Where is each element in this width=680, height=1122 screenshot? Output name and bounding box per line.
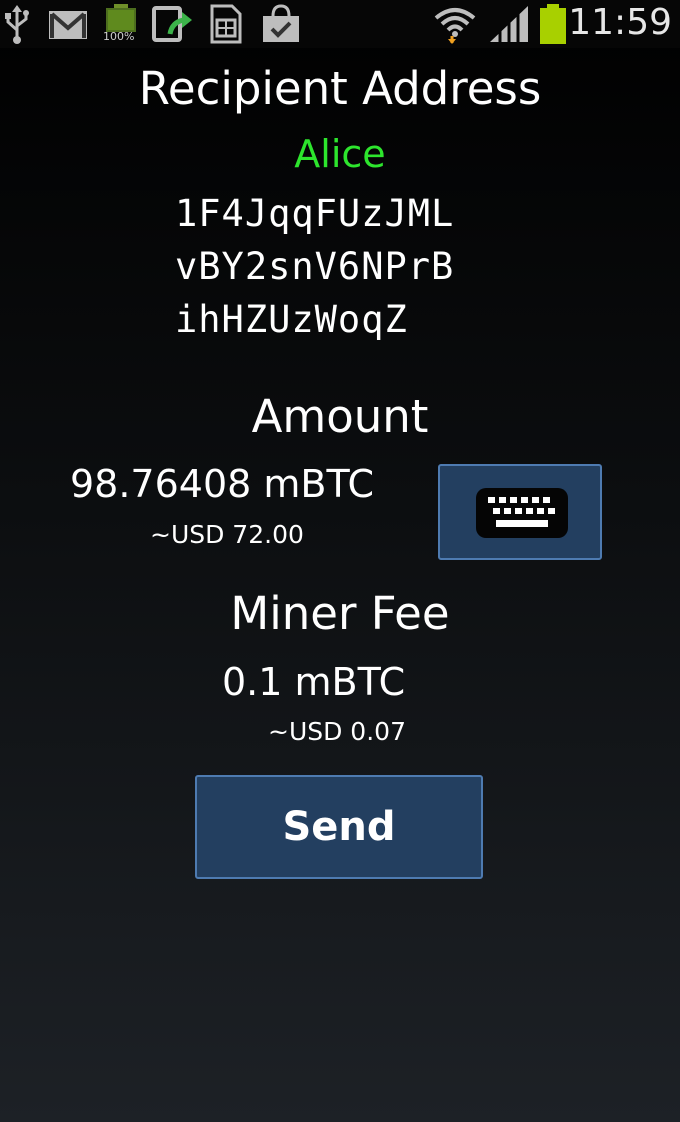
battery-percent-label: 100%	[103, 30, 135, 43]
wifi-icon	[433, 4, 477, 44]
amount-heading: Amount	[251, 390, 429, 443]
signal-icon	[488, 4, 532, 44]
usb-icon	[2, 4, 32, 44]
address-line-3: ihHZUzWoqZ	[175, 298, 408, 341]
status-bar: 100% 11:59	[0, 0, 680, 48]
status-clock: 11:59	[568, 2, 672, 43]
address-line-2: vBY2snV6NPrB	[175, 245, 455, 288]
recipient-name: Alice	[294, 132, 386, 176]
send-button[interactable]: Send	[195, 775, 483, 879]
battery-icon	[538, 4, 568, 44]
gmail-icon	[46, 4, 90, 44]
sim-icon	[206, 4, 246, 44]
keyboard-icon	[474, 486, 570, 544]
miner-fee-usd: ~USD 0.07	[268, 717, 406, 746]
store-icon	[259, 4, 303, 44]
keyboard-button[interactable]	[438, 464, 602, 560]
miner-fee-value: 0.1 mBTC	[222, 660, 406, 704]
miner-fee-heading: Miner Fee	[230, 587, 450, 640]
amount-usd: ~USD 72.00	[150, 520, 304, 549]
recipient-heading: Recipient Address	[138, 62, 542, 115]
amount-value: 98.76408 mBTC	[70, 462, 374, 506]
address-line-1: 1F4JqqFUzJML	[175, 192, 455, 235]
sync-icon	[150, 4, 194, 44]
